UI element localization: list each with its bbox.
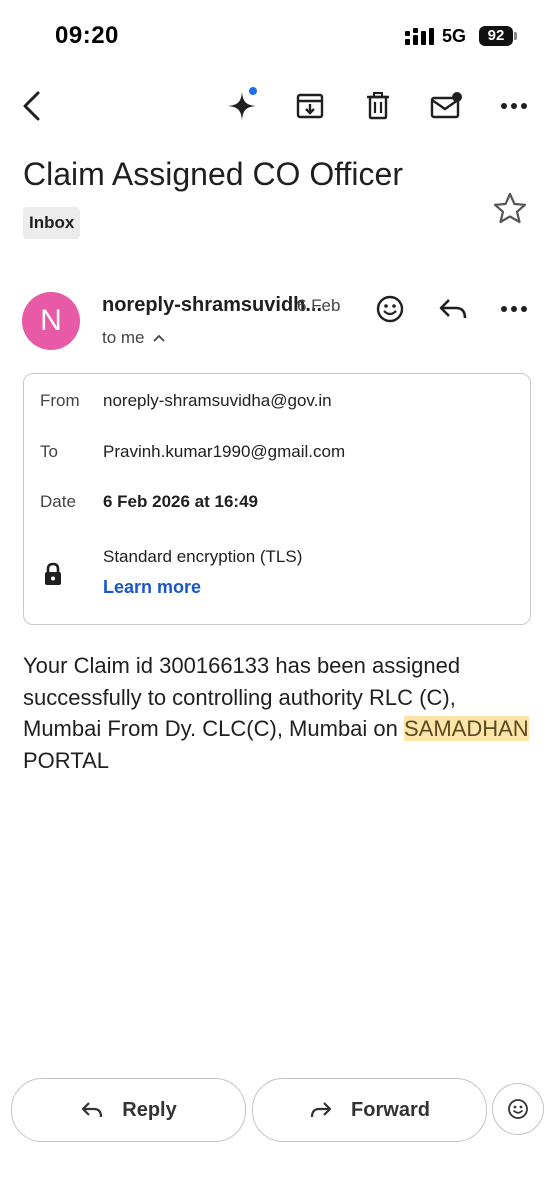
react-emoji-button[interactable] <box>368 287 412 331</box>
reply-button[interactable]: Reply <box>11 1078 246 1142</box>
forward-button[interactable]: Forward <box>252 1078 487 1142</box>
smiley-icon <box>376 295 404 323</box>
email-subject: Claim Assigned CO Officer <box>23 156 403 192</box>
archive-button[interactable] <box>288 84 332 128</box>
smiley-icon <box>508 1099 528 1119</box>
network-type: 5G <box>442 26 467 46</box>
forward-label: Forward <box>351 1098 430 1121</box>
sparkle-icon <box>228 87 257 120</box>
to-me-toggle[interactable]: to me <box>102 328 165 348</box>
message-more-button[interactable] <box>492 287 536 331</box>
body-text-part: Your Claim id 300166133 has been assigne… <box>23 653 461 741</box>
reply-icon <box>439 299 467 319</box>
battery-nub <box>514 32 517 40</box>
more-horizontal-icon <box>501 306 527 312</box>
date-label: Date <box>40 492 76 511</box>
date-value: 6 Feb 2026 at 16:49 <box>103 492 258 511</box>
back-arrow-icon <box>23 91 40 121</box>
sender-avatar: N <box>22 292 80 350</box>
star-button[interactable] <box>488 186 532 230</box>
gemini-button[interactable] <box>220 84 264 128</box>
from-label: From <box>40 391 80 410</box>
encryption-text: Standard encryption (TLS) <box>103 547 303 566</box>
delete-button[interactable] <box>356 84 400 128</box>
highlighted-term: SAMADHAN <box>404 716 529 741</box>
to-value[interactable]: Pravinh.kumar1990@gmail.com <box>103 442 345 462</box>
mark-unread-icon <box>430 92 462 119</box>
learn-more-link[interactable]: Learn more <box>103 577 201 598</box>
archive-icon <box>296 93 324 119</box>
lock-icon <box>45 562 61 585</box>
cellular-signal-icon <box>405 28 434 45</box>
back-button[interactable] <box>10 84 54 128</box>
to-label: To <box>40 442 58 461</box>
more-horizontal-icon <box>501 103 527 109</box>
from-value[interactable]: noreply-shramsuvidha@gov.in <box>103 391 332 411</box>
mark-unread-button[interactable] <box>424 84 468 128</box>
inbox-label-chip[interactable]: Inbox <box>23 207 81 239</box>
reply-icon-button[interactable] <box>431 287 475 331</box>
sent-date: 6 Feb <box>297 296 341 315</box>
chevron-up-icon <box>152 334 165 342</box>
emoji-reaction-button[interactable] <box>492 1083 544 1135</box>
star-icon <box>493 192 527 224</box>
sender-name: noreply-shramsuvidh... <box>102 294 323 316</box>
reply-label: Reply <box>122 1098 177 1121</box>
email-body: Your Claim id 300166133 has been assigne… <box>23 650 538 776</box>
body-text-part-end: PORTAL <box>23 747 109 773</box>
to-me-label: to me <box>102 328 145 347</box>
more-options-button[interactable] <box>492 84 536 128</box>
battery-level: 92 <box>479 26 513 46</box>
reply-icon <box>82 1102 103 1118</box>
status-time: 09:20 <box>55 22 119 49</box>
forward-icon <box>310 1102 332 1118</box>
trash-icon <box>367 92 389 120</box>
